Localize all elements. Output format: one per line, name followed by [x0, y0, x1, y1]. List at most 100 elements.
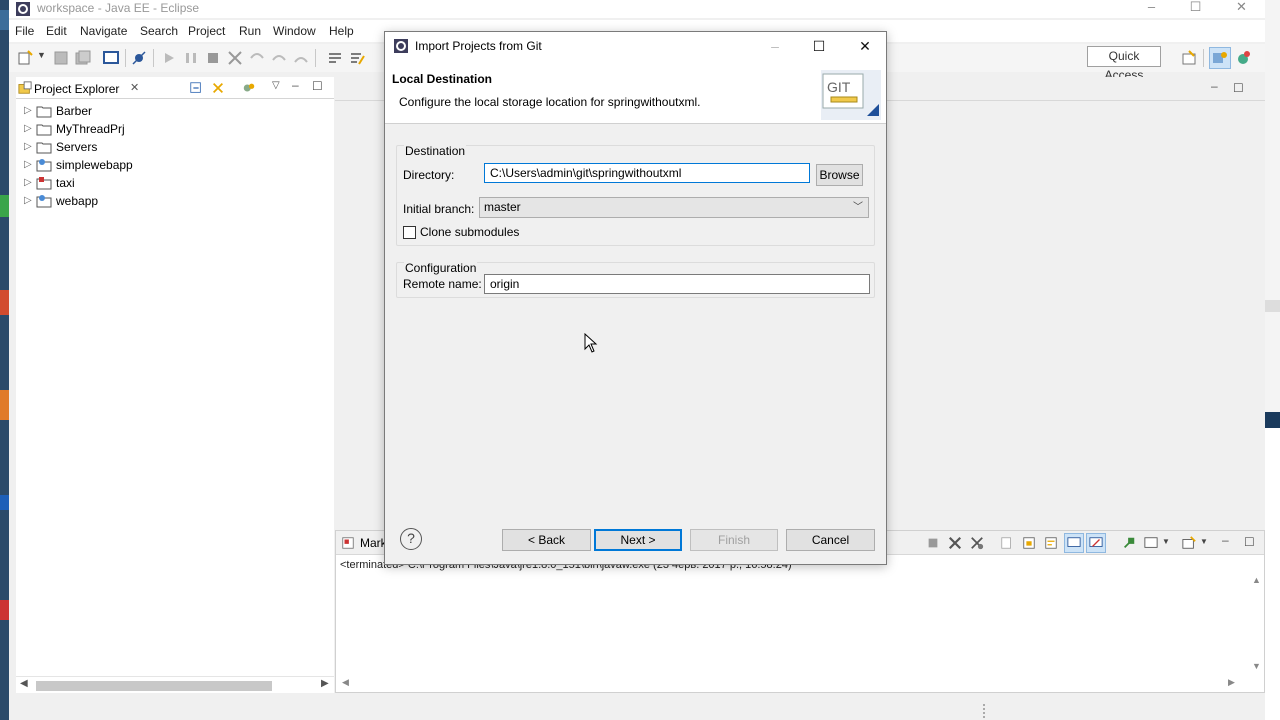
scroll-right-icon[interactable]: ▶: [321, 678, 329, 689]
tree-item-servers[interactable]: ▷ Servers: [16, 138, 334, 156]
window-close-button[interactable]: ✕: [1219, 0, 1264, 16]
scroll-up-icon[interactable]: ▲: [1252, 575, 1261, 585]
menu-project[interactable]: Project: [188, 24, 225, 38]
remote-name-input[interactable]: [484, 274, 870, 294]
browse-button[interactable]: Browse: [816, 164, 863, 186]
cancel-button[interactable]: Cancel: [786, 529, 875, 551]
scroll-left-icon[interactable]: ◀: [20, 678, 28, 689]
open-console-icon[interactable]: [1182, 536, 1196, 550]
tree-item-webapp[interactable]: ▷ webapp: [16, 192, 334, 210]
menu-window[interactable]: Window: [273, 24, 316, 38]
step-return-icon[interactable]: [293, 50, 309, 66]
scroll-down-icon[interactable]: ▼: [1252, 661, 1261, 671]
step-into-icon[interactable]: [249, 50, 265, 66]
expand-arrow-icon[interactable]: ▷: [24, 105, 32, 116]
terminate-icon[interactable]: [926, 536, 940, 550]
open-perspective-icon[interactable]: [1181, 50, 1197, 66]
window-maximize-button[interactable]: ☐: [1173, 0, 1218, 16]
disconnect-icon[interactable]: [227, 50, 243, 66]
git-wizard-logo-icon: GIT: [821, 70, 881, 120]
clone-submodules-checkbox[interactable]: [403, 226, 416, 239]
show-console-icon: [1067, 537, 1081, 547]
save-all-icon[interactable]: [75, 50, 91, 66]
scrollbar-thumb[interactable]: [36, 681, 272, 691]
desktop-background-right: [1265, 0, 1280, 720]
menu-search[interactable]: Search: [140, 24, 178, 38]
next-button[interactable]: Next >: [594, 529, 682, 551]
expand-arrow-icon[interactable]: ▷: [24, 141, 32, 152]
menu-run[interactable]: Run: [239, 24, 261, 38]
remove-all-terminated-icon[interactable]: [970, 536, 984, 550]
link-with-editor-icon[interactable]: [211, 81, 225, 95]
menu-help[interactable]: Help: [329, 24, 354, 38]
clear-console-icon[interactable]: [1000, 536, 1014, 550]
dialog-close-button[interactable]: ✕: [855, 36, 875, 56]
web-project-icon: [36, 195, 52, 208]
suspend-icon[interactable]: [183, 50, 199, 66]
tree-item-mythreadprj[interactable]: ▷ MyThreadPrj: [16, 120, 334, 138]
tree-item-simplewebapp[interactable]: ▷ simplewebapp: [16, 156, 334, 174]
collapse-all-icon[interactable]: [189, 81, 203, 95]
menu-edit[interactable]: Edit: [46, 24, 67, 38]
back-button[interactable]: < Back: [502, 529, 591, 551]
maximize-editor-icon[interactable]: ☐: [1233, 81, 1244, 95]
view-menu-icon[interactable]: ▽: [272, 80, 280, 91]
scroll-left-icon[interactable]: ◀: [342, 677, 349, 688]
menu-navigate[interactable]: Navigate: [80, 24, 127, 38]
display-selected-console-icon[interactable]: [1144, 536, 1158, 550]
initial-branch-select[interactable]: master ﹀: [479, 197, 869, 218]
java-ee-perspective-icon: [1213, 52, 1227, 63]
console-vertical-scrollbar[interactable]: ▲ ▼: [1248, 575, 1264, 675]
eclipse-logo-icon: [394, 39, 408, 53]
minimize-editor-icon[interactable]: –: [1211, 79, 1218, 93]
expand-arrow-icon[interactable]: ▷: [24, 159, 32, 170]
java-ee-perspective-button[interactable]: [1209, 47, 1231, 69]
show-error-console-icon: [1089, 537, 1103, 547]
new-icon[interactable]: [17, 50, 33, 66]
expand-arrow-icon[interactable]: ▷: [24, 195, 32, 206]
project-explorer-tab[interactable]: Project Explorer ✕ ▽ – ☐: [16, 77, 334, 99]
quick-access-field[interactable]: Quick Access: [1087, 46, 1161, 82]
project-explorer-close-button[interactable]: ✕: [130, 81, 139, 94]
remove-launch-icon[interactable]: [948, 536, 962, 550]
show-console-on-output-button[interactable]: [1064, 533, 1084, 553]
resume-icon[interactable]: [161, 50, 177, 66]
expand-arrow-icon[interactable]: ▷: [24, 123, 32, 134]
new-dropdown-icon[interactable]: ▼: [37, 50, 53, 66]
dialog-minimize-button[interactable]: –: [765, 36, 785, 56]
save-icon[interactable]: [53, 50, 69, 66]
maximize-view-icon[interactable]: ☐: [312, 79, 323, 93]
tree-item-taxi[interactable]: ▷ taxi: [16, 174, 334, 192]
focus-icon[interactable]: [242, 81, 256, 95]
clone-submodules-label[interactable]: Clone submodules: [420, 225, 519, 239]
scroll-right-icon[interactable]: ▶: [1228, 677, 1235, 688]
scroll-lock-icon[interactable]: [1022, 536, 1036, 550]
expand-arrow-icon[interactable]: ▷: [24, 177, 32, 188]
directory-input[interactable]: [484, 163, 810, 183]
skip-breakpoints-icon[interactable]: [131, 50, 147, 66]
toggle-word-wrap-icon[interactable]: [327, 50, 343, 66]
project-explorer-view: Project Explorer ✕ ▽ – ☐ ▷ Barber ▷ MyTh…: [16, 77, 334, 693]
step-over-icon[interactable]: [271, 50, 287, 66]
minimize-view-icon[interactable]: –: [292, 78, 299, 92]
console-icon[interactable]: [103, 50, 119, 66]
open-console-dropdown-icon[interactable]: ▼: [1200, 537, 1208, 546]
window-minimize-button[interactable]: –: [1129, 0, 1174, 16]
show-console-on-error-button[interactable]: [1086, 533, 1106, 553]
folder-icon: [36, 142, 52, 154]
tree-item-barber[interactable]: ▷ Barber: [16, 102, 334, 120]
console-horizontal-scrollbar[interactable]: ◀ ▶: [336, 675, 1264, 691]
display-selected-console-dropdown-icon[interactable]: ▼: [1162, 537, 1170, 546]
pin-console-icon[interactable]: [1122, 536, 1136, 550]
terminate-icon[interactable]: [205, 50, 221, 66]
debug-perspective-icon[interactable]: [1235, 50, 1251, 66]
dialog-maximize-button[interactable]: ☐: [809, 36, 829, 56]
menu-file[interactable]: File: [15, 24, 34, 38]
project-explorer-horizontal-scrollbar[interactable]: ◀ ▶: [16, 676, 334, 693]
status-bar-handle[interactable]: [983, 704, 985, 718]
word-wrap-icon[interactable]: [1044, 536, 1058, 550]
toggle-mark-occurrences-icon[interactable]: [349, 50, 365, 66]
help-button[interactable]: ?: [400, 528, 422, 550]
minimize-console-icon[interactable]: –: [1222, 533, 1229, 547]
maximize-console-icon[interactable]: ☐: [1244, 535, 1255, 549]
